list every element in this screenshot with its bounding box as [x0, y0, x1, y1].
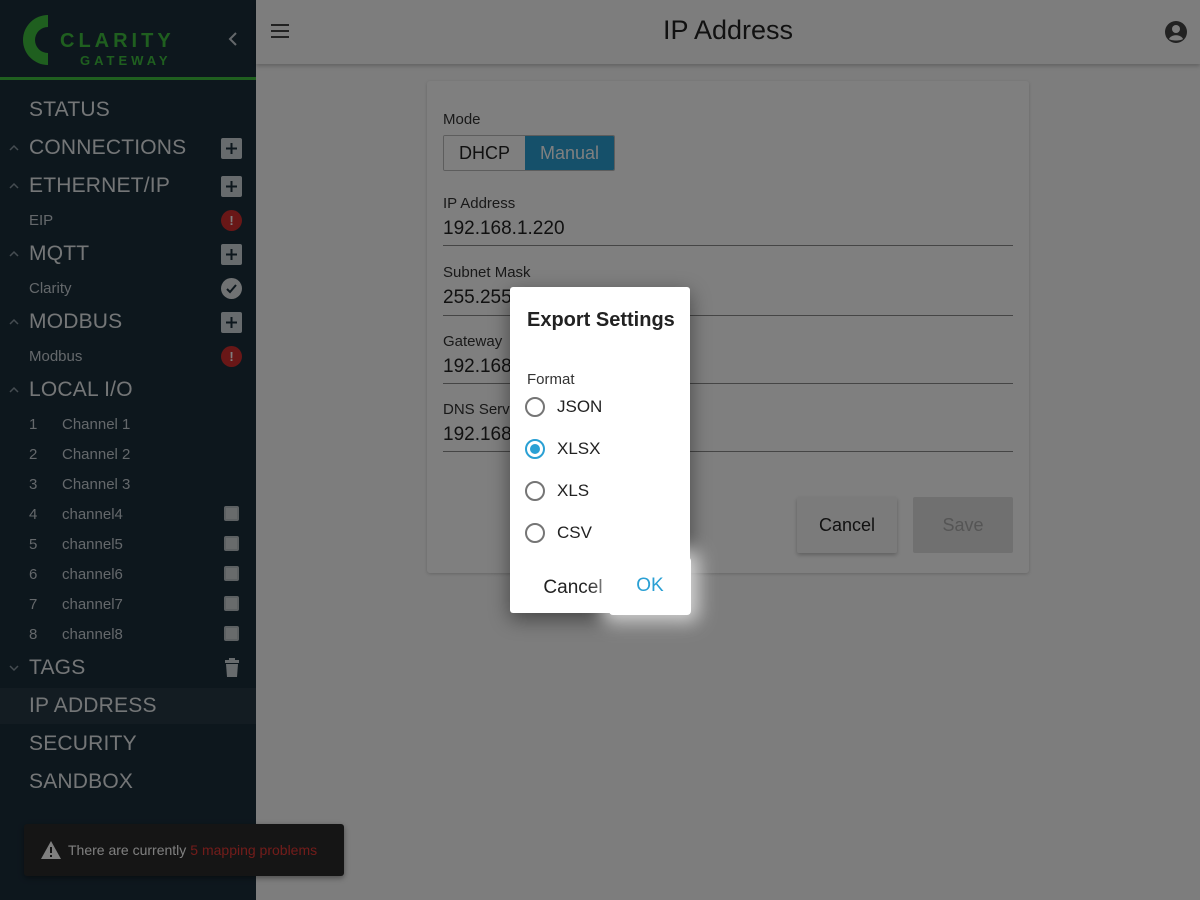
format-option-xlsx[interactable]: XLSX	[525, 437, 600, 461]
radio-label: JSON	[557, 397, 603, 416]
radio-button-selected[interactable]	[525, 439, 545, 459]
radio-label: XLS	[557, 481, 590, 500]
radio-label: CSV	[557, 523, 592, 542]
dialog-title: Export Settings	[527, 309, 675, 331]
format-label: Format	[527, 371, 575, 388]
export-settings-dialog: Export Settings Format JSON XLSX XLS CSV…	[510, 287, 691, 615]
dialog-cancel-button[interactable]: Cancel	[536, 573, 610, 603]
dialog-ok-button[interactable]: OK	[609, 557, 691, 615]
radio-button[interactable]	[525, 481, 545, 501]
format-option-json[interactable]: JSON	[525, 395, 602, 419]
format-option-xls[interactable]: XLS	[525, 479, 589, 503]
radio-button[interactable]	[525, 397, 545, 417]
radio-button[interactable]	[525, 523, 545, 543]
format-option-csv[interactable]: CSV	[525, 521, 592, 545]
radio-label: XLSX	[557, 439, 601, 458]
